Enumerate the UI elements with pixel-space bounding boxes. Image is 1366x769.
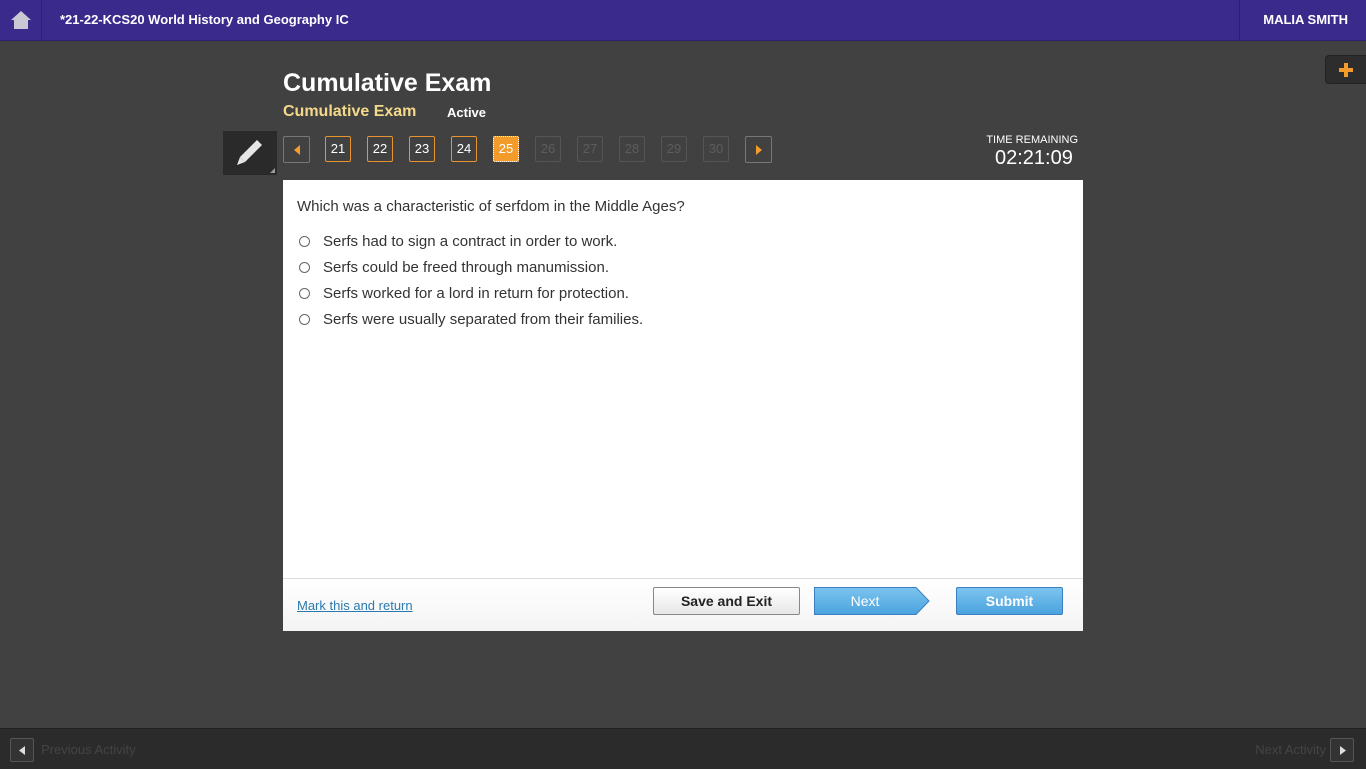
radio-button[interactable] [299,235,310,247]
question-21-button[interactable]: 21 [325,136,351,162]
answer-choice-3[interactable]: Serfs worked for a lord in return for pr… [299,283,629,303]
top-bar: *21-22-KCS20 World History and Geography… [0,0,1366,41]
save-and-exit-button[interactable]: Save and Exit [653,587,800,615]
tools-expand-button[interactable] [1325,55,1366,84]
next-question-button[interactable] [745,136,772,163]
mark-and-return-link[interactable]: Mark this and return [297,598,413,613]
answer-text: Serfs worked for a lord in return for pr… [323,284,629,302]
next-button-label: Next [850,593,880,609]
previous-activity-label: Previous Activity [41,742,136,757]
answer-choice-4[interactable]: Serfs were usually separated from their … [299,309,643,329]
pencil-tool-button[interactable] [223,131,277,175]
submit-button[interactable]: Submit [956,587,1063,615]
previous-activity-button[interactable] [10,738,34,762]
question-panel: Which was a characteristic of serfdom in… [283,180,1083,631]
plus-icon [1339,62,1353,77]
arrow-left-icon [18,745,25,755]
question-footer: Mark this and return Save and Exit Next … [283,578,1083,631]
question-27-button: 27 [577,136,603,162]
radio-button[interactable] [299,261,310,273]
question-29-button: 29 [661,136,687,162]
question-text: Which was a characteristic of serfdom in… [297,198,685,215]
user-menu[interactable]: MALIA SMITH [1239,0,1366,40]
radio-button[interactable] [299,287,310,299]
page-title: Cumulative Exam [283,69,492,97]
next-button[interactable]: Next [814,587,930,615]
answer-choice-2[interactable]: Serfs could be freed through manumission… [299,257,609,277]
question-25-button[interactable]: 25 [493,136,519,162]
user-name: MALIA SMITH [1263,12,1348,27]
question-23-button[interactable]: 23 [409,136,435,162]
arrow-left-icon [293,144,300,155]
previous-question-button[interactable] [283,136,310,163]
question-30-button: 30 [703,136,729,162]
course-title: *21-22-KCS20 World History and Geography… [60,12,349,27]
answer-choice-1[interactable]: Serfs had to sign a contract in order to… [299,231,617,251]
activity-subtitle: Cumulative Exam [283,103,417,120]
question-22-button[interactable]: 22 [367,136,393,162]
timer-label: TIME REMAINING [986,134,1078,146]
arrow-right-icon [755,144,762,155]
arrow-right-icon [1339,745,1346,755]
question-28-button: 28 [619,136,645,162]
answer-text: Serfs could be freed through manumission… [323,258,609,276]
activity-nav-bar: Previous Activity Next Activity [0,728,1366,769]
home-icon [10,11,31,29]
answer-text: Serfs were usually separated from their … [323,310,644,328]
question-26-button: 26 [535,136,561,162]
home-button[interactable] [0,0,42,40]
timer-value: 02:21:09 [995,147,1073,169]
tool-menu-corner [270,168,275,173]
pencil-icon [237,140,262,165]
status-label: Active [447,105,487,120]
next-activity-label: Next Activity [1255,742,1326,757]
next-activity-button[interactable] [1330,738,1354,762]
question-24-button[interactable]: 24 [451,136,477,162]
answer-text: Serfs had to sign a contract in order to… [323,232,618,250]
radio-button[interactable] [299,313,310,325]
